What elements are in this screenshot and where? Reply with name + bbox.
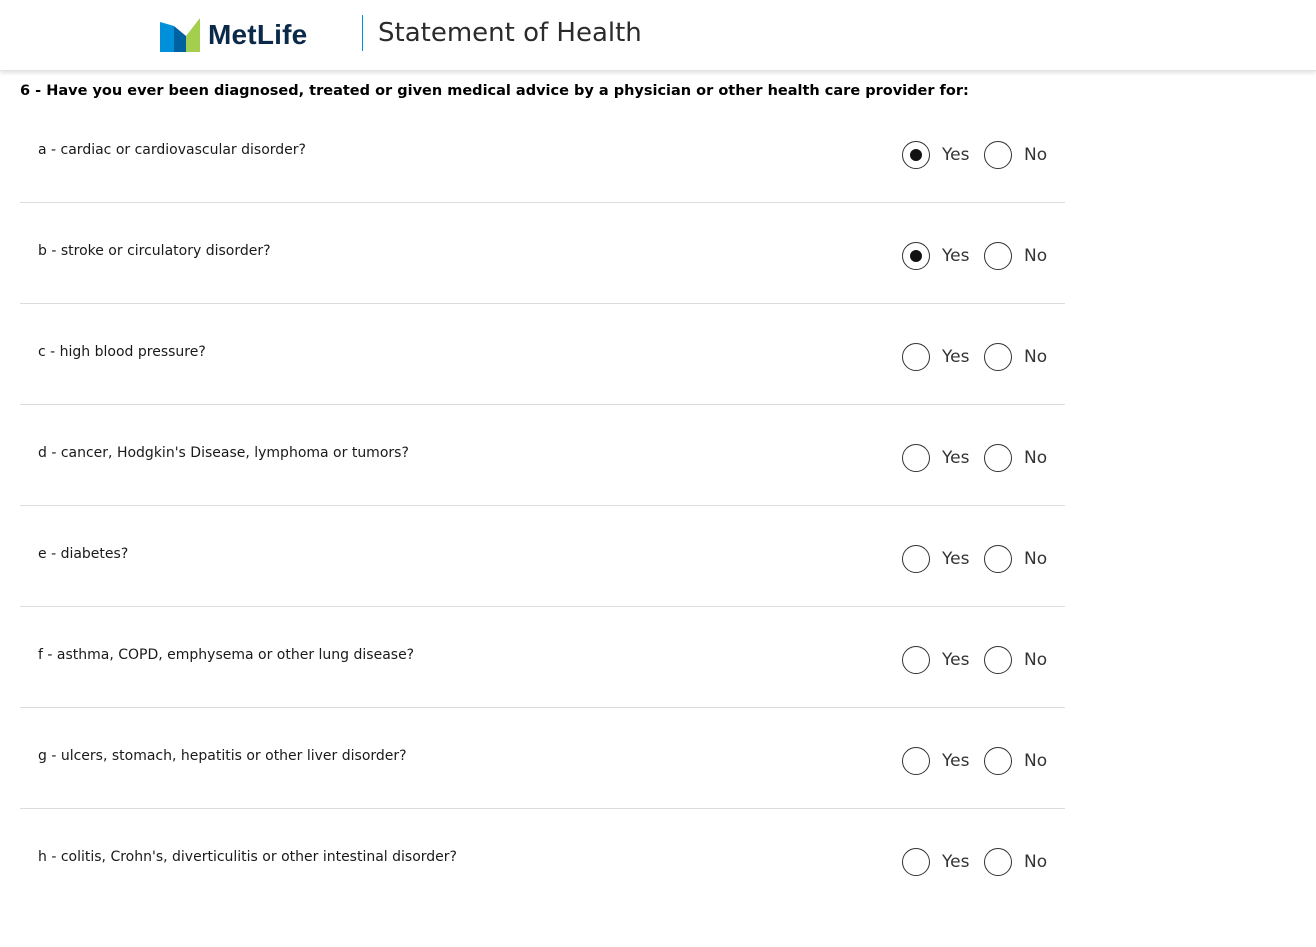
radio-button-yes[interactable] (902, 141, 930, 169)
radio-label-yes: Yes (942, 852, 970, 872)
radio-label-yes: Yes (942, 549, 970, 569)
radio-button-no[interactable] (984, 444, 1012, 472)
question-label: a - cardiac or cardiovascular disorder? (38, 142, 306, 158)
yes-no-radio-group: Yes No (902, 442, 1047, 474)
question-row: d - cancer, Hodgkin's Disease, lymphoma … (20, 405, 1065, 506)
question-label: g - ulcers, stomach, hepatitis or other … (38, 748, 407, 764)
radio-button-yes[interactable] (902, 848, 930, 876)
yes-no-radio-group: Yes No (902, 341, 1047, 373)
radio-option-no[interactable]: No (984, 343, 1047, 371)
radio-option-yes[interactable]: Yes (902, 343, 984, 371)
radio-button-no[interactable] (984, 141, 1012, 169)
radio-label-no: No (1024, 751, 1048, 771)
radio-label-yes: Yes (942, 347, 970, 367)
question-label: e - diabetes? (38, 546, 129, 562)
radio-option-no[interactable]: No (984, 545, 1047, 573)
question-label: c - high blood pressure? (38, 344, 206, 360)
radio-button-no[interactable] (984, 242, 1012, 270)
radio-button-no[interactable] (984, 848, 1012, 876)
radio-label-yes: Yes (942, 650, 970, 670)
radio-label-no: No (1024, 145, 1048, 165)
radio-label-yes: Yes (942, 246, 970, 266)
radio-button-no[interactable] (984, 646, 1012, 674)
question-heading: 6 - Have you ever been diagnosed, treate… (20, 83, 969, 99)
radio-option-yes[interactable]: Yes (902, 545, 984, 573)
radio-label-no: No (1024, 549, 1048, 569)
question-row: g - ulcers, stomach, hepatitis or other … (20, 708, 1065, 809)
header-divider (362, 15, 363, 51)
question-row: c - high blood pressure? Yes No (20, 304, 1065, 405)
radio-label-no: No (1024, 347, 1048, 367)
question-list: a - cardiac or cardiovascular disorder? Y… (20, 102, 1065, 910)
question-row: a - cardiac or cardiovascular disorder? Y… (20, 102, 1065, 203)
radio-option-yes[interactable]: Yes (902, 242, 984, 270)
radio-button-yes[interactable] (902, 747, 930, 775)
radio-option-no[interactable]: No (984, 242, 1047, 270)
radio-button-no[interactable] (984, 545, 1012, 573)
metlife-logo[interactable]: MetLife (160, 17, 307, 53)
yes-no-radio-group: Yes No (902, 644, 1047, 676)
radio-option-no[interactable]: No (984, 141, 1047, 169)
question-label: b - stroke or circulatory disorder? (38, 243, 271, 259)
metlife-logo-icon (160, 18, 200, 52)
page-title: Statement of Health (378, 18, 642, 48)
radio-option-yes[interactable]: Yes (902, 141, 984, 169)
radio-button-no[interactable] (984, 343, 1012, 371)
question-label: f - asthma, COPD, emphysema or other lun… (38, 647, 415, 663)
radio-option-no[interactable]: No (984, 444, 1047, 472)
radio-option-yes[interactable]: Yes (902, 848, 984, 876)
yes-no-radio-group: Yes No (902, 543, 1047, 575)
radio-option-no[interactable]: No (984, 646, 1047, 674)
radio-option-no[interactable]: No (984, 747, 1047, 775)
radio-label-no: No (1024, 650, 1048, 670)
yes-no-radio-group: Yes No (902, 846, 1047, 878)
yes-no-radio-group: Yes No (902, 240, 1047, 272)
radio-button-yes[interactable] (902, 545, 930, 573)
radio-label-no: No (1024, 246, 1048, 266)
yes-no-radio-group: Yes No (902, 139, 1047, 171)
header-bar: MetLife Statement of Health (0, 0, 1316, 71)
radio-label-yes: Yes (942, 448, 970, 468)
radio-button-yes[interactable] (902, 444, 930, 472)
brand-name: MetLife (208, 19, 308, 50)
radio-label-no: No (1024, 448, 1048, 468)
radio-label-yes: Yes (942, 145, 970, 165)
yes-no-radio-group: Yes No (902, 745, 1047, 777)
question-label: h - colitis, Crohn's, diverticulitis or … (38, 849, 457, 865)
radio-option-yes[interactable]: Yes (902, 444, 984, 472)
question-label: d - cancer, Hodgkin's Disease, lymphoma … (38, 445, 409, 461)
radio-label-yes: Yes (942, 751, 970, 771)
question-row: f - asthma, COPD, emphysema or other lun… (20, 607, 1065, 708)
radio-label-no: No (1024, 852, 1048, 872)
question-row: e - diabetes? Yes No (20, 506, 1065, 607)
radio-button-no[interactable] (984, 747, 1012, 775)
question-row: b - stroke or circulatory disorder? Yes No (20, 203, 1065, 304)
radio-button-yes[interactable] (902, 646, 930, 674)
radio-option-no[interactable]: No (984, 848, 1047, 876)
radio-button-yes[interactable] (902, 242, 930, 270)
radio-option-yes[interactable]: Yes (902, 747, 984, 775)
radio-button-yes[interactable] (902, 343, 930, 371)
question-row: h - colitis, Crohn's, diverticulitis or … (20, 809, 1065, 910)
radio-option-yes[interactable]: Yes (902, 646, 984, 674)
